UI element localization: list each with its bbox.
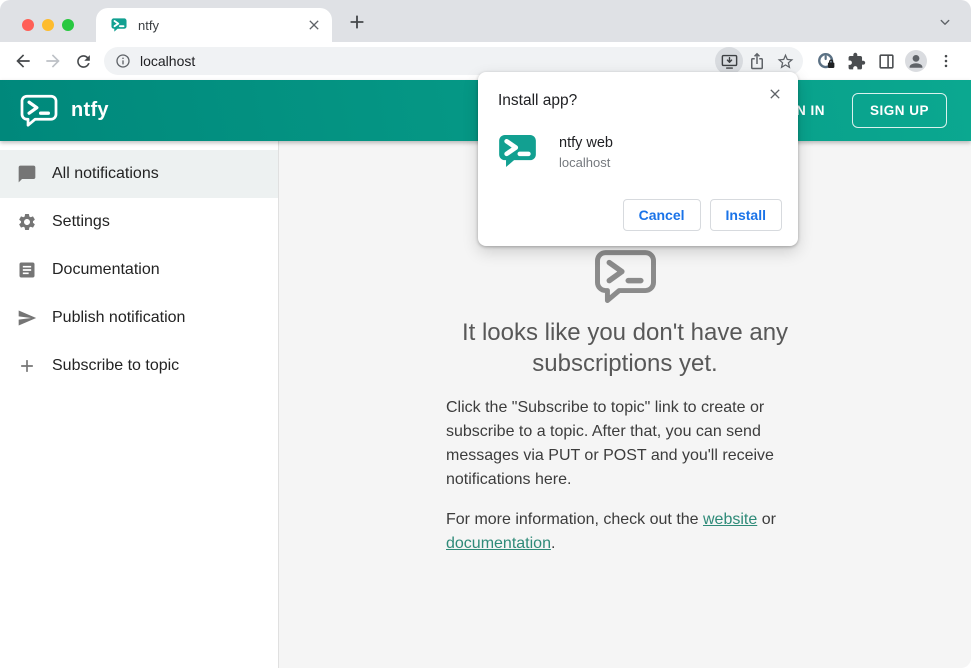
extensions-button[interactable] — [841, 46, 871, 76]
website-link[interactable]: website — [703, 511, 757, 528]
sidebar-item-label: Documentation — [52, 261, 160, 278]
zoom-window-button[interactable] — [62, 19, 74, 31]
dialog-app-name: ntfy web — [559, 135, 613, 151]
star-icon — [777, 53, 793, 69]
cancel-button[interactable]: Cancel — [622, 199, 701, 231]
sidebar-item-documentation[interactable]: Documentation — [0, 246, 278, 294]
sidebar-item-publish-notification[interactable]: Publish notification — [0, 294, 278, 342]
chevron-down-icon — [940, 19, 950, 25]
sidebar-item-label: Subscribe to topic — [52, 357, 180, 374]
empty-state-text: Click the "Subscribe to topic" link to c… — [446, 396, 804, 556]
plus-icon — [21, 360, 33, 372]
back-button[interactable] — [8, 46, 38, 76]
browser-tab[interactable]: ntfy — [96, 8, 332, 42]
chat-icon — [18, 165, 36, 183]
close-window-button[interactable] — [22, 19, 34, 31]
more-info-prefix: For more information, check out the — [446, 511, 703, 528]
minimize-window-button[interactable] — [42, 19, 54, 31]
ntfy-favicon — [111, 18, 127, 32]
share-button[interactable] — [743, 47, 771, 75]
traffic-lights — [22, 19, 74, 31]
address-bar[interactable]: localhost — [104, 47, 803, 75]
forward-button[interactable] — [38, 46, 68, 76]
plus-icon — [350, 15, 364, 29]
kebab-menu-icon — [944, 54, 948, 68]
dialog-app-origin: localhost — [559, 155, 611, 170]
puzzle-icon — [848, 52, 865, 69]
sidebar-item-subscribe-to-topic[interactable]: Subscribe to topic — [0, 342, 278, 390]
password-extension-button[interactable] — [811, 46, 841, 76]
more-info-paragraph: For more information, check out the webs… — [446, 508, 804, 556]
more-info-middle: or — [757, 511, 776, 528]
reload-icon — [76, 54, 90, 68]
arrow-forward-icon — [46, 54, 60, 68]
instructions-paragraph: Click the "Subscribe to topic" link to c… — [446, 399, 774, 488]
install-app-dialog: Install app? ntfy web localhost Cancel I… — [478, 72, 798, 246]
site-info-icon[interactable] — [115, 53, 131, 69]
ntfy-empty-state-icon — [594, 250, 656, 303]
dialog-close-button[interactable] — [765, 84, 785, 104]
close-icon — [770, 89, 780, 99]
ntfy-logo — [20, 94, 58, 127]
tab-title: ntfy — [138, 17, 159, 33]
extension-lock-icon — [817, 52, 834, 68]
install-app-button[interactable] — [715, 47, 743, 75]
profile-button[interactable] — [901, 46, 931, 76]
ntfy-app-icon — [499, 134, 536, 168]
sidebar-item-settings[interactable]: Settings — [0, 198, 278, 246]
gear-icon — [19, 214, 35, 230]
tab-search-button[interactable] — [935, 12, 955, 32]
dialog-app-info: ntfy web localhost — [559, 133, 613, 170]
dialog-actions: Cancel Install — [622, 199, 782, 231]
side-panel-icon — [878, 53, 894, 69]
sidebar-item-all-notifications[interactable]: All notifications — [0, 150, 278, 198]
send-icon — [18, 310, 37, 326]
sidebar: All notifications Settings Documentation… — [0, 141, 279, 668]
sign-up-button[interactable]: SIGN UP — [851, 93, 947, 128]
new-tab-button[interactable] — [344, 9, 370, 35]
browser-window: ntfy localhost ntfy SIGN IN SIGN UP All … — [0, 0, 971, 668]
article-icon — [19, 262, 35, 278]
reload-button[interactable] — [68, 46, 98, 76]
sidebar-item-label: All notifications — [52, 165, 159, 182]
install-button[interactable]: Install — [709, 199, 782, 231]
url-text[interactable]: localhost — [140, 53, 715, 69]
install-icon — [721, 54, 737, 69]
dialog-title: Install app? — [498, 92, 578, 109]
brand-name: ntfy — [71, 99, 109, 121]
share-icon — [751, 52, 763, 70]
sidebar-item-label: Settings — [52, 213, 110, 230]
side-panel-button[interactable] — [871, 46, 901, 76]
documentation-link[interactable]: documentation — [446, 535, 551, 552]
dialog-app-row: ntfy web localhost — [498, 133, 778, 170]
browser-menu-button[interactable] — [931, 46, 961, 76]
arrow-back-icon — [16, 54, 30, 68]
bookmark-button[interactable] — [771, 47, 799, 75]
more-info-suffix: . — [550, 535, 556, 552]
empty-state-heading: It looks like you don't have any subscri… — [461, 319, 789, 377]
sidebar-item-label: Publish notification — [52, 309, 186, 326]
tab-close-icon[interactable] — [306, 17, 322, 33]
tab-strip: ntfy — [0, 0, 971, 42]
avatar-icon — [905, 50, 927, 72]
